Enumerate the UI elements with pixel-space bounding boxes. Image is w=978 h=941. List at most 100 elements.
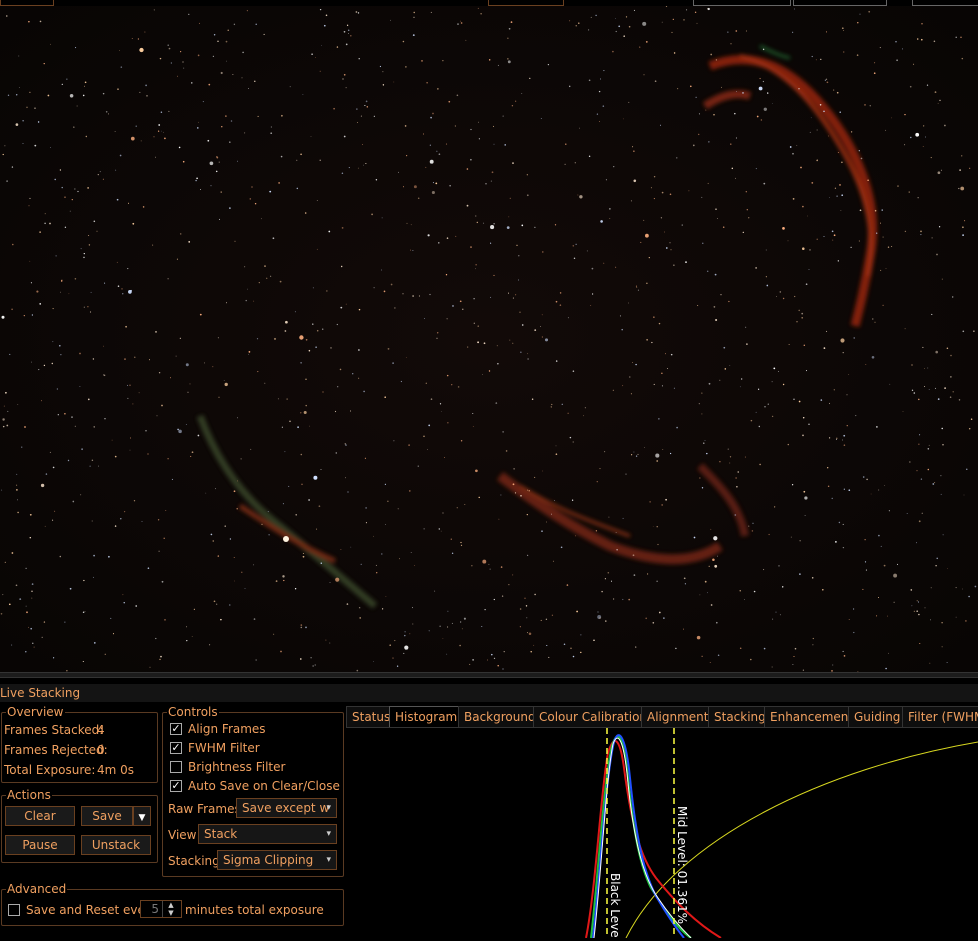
tab-background[interactable]: Background <box>458 706 542 727</box>
brightness-filter-checkbox[interactable] <box>170 761 182 773</box>
star <box>373 115 375 117</box>
star <box>477 7 479 9</box>
star <box>457 23 459 25</box>
auto-save-checkbox[interactable]: ✓ <box>170 780 182 792</box>
chevron-down-icon: ▼ <box>138 813 146 823</box>
save-button[interactable]: Save <box>81 806 133 826</box>
tab-filter-fwhm[interactable]: Filter (FWHM <box>902 706 978 727</box>
spin-up-icon[interactable]: ▲ <box>162 901 179 909</box>
save-reset-checkbox[interactable] <box>8 904 20 916</box>
save-dropdown-button[interactable]: ▼ <box>133 806 151 826</box>
star <box>481 626 483 627</box>
star <box>375 564 377 566</box>
star <box>580 651 582 654</box>
star <box>862 588 864 590</box>
star <box>159 57 162 60</box>
star <box>461 628 463 630</box>
star <box>249 198 252 200</box>
tab-stacking[interactable]: Stacking <box>708 706 772 727</box>
star <box>548 656 550 658</box>
star <box>493 657 496 660</box>
star <box>578 22 580 24</box>
star <box>908 191 910 193</box>
star <box>575 25 577 27</box>
star <box>701 413 703 415</box>
star <box>765 276 767 278</box>
view-select[interactable]: Stack ▾ <box>198 824 337 844</box>
mid-level-label: Mid Level: 01.361% <box>675 806 689 924</box>
stacking-select[interactable]: Sigma Clipping ▾ <box>217 850 337 870</box>
star <box>909 461 911 463</box>
stacked-image-view[interactable] <box>0 6 978 672</box>
star <box>430 398 433 400</box>
star <box>404 125 407 127</box>
star <box>340 549 342 550</box>
spin-down-icon[interactable]: ▼ <box>162 909 179 917</box>
star <box>870 493 872 495</box>
star <box>526 617 528 619</box>
star <box>302 552 304 555</box>
star <box>359 617 362 619</box>
pause-button[interactable]: Pause <box>5 835 75 855</box>
star <box>229 538 232 540</box>
star <box>869 105 871 107</box>
tab-enhancement[interactable]: Enhancement <box>764 706 860 727</box>
star <box>735 177 736 179</box>
star <box>906 512 908 515</box>
star <box>398 171 399 173</box>
star <box>60 280 63 282</box>
star <box>572 245 575 247</box>
star <box>561 403 563 405</box>
tab-guiding[interactable]: Guiding <box>848 706 907 727</box>
star <box>120 66 123 68</box>
star <box>572 370 575 372</box>
star <box>436 150 438 152</box>
star <box>285 320 288 324</box>
star <box>233 490 236 493</box>
star <box>309 425 310 427</box>
star <box>273 633 275 635</box>
star <box>167 458 169 460</box>
star <box>16 489 18 491</box>
star <box>544 338 549 342</box>
star <box>815 59 817 61</box>
star <box>913 392 916 394</box>
star <box>297 426 299 429</box>
star <box>229 141 231 143</box>
raw-frames-select[interactable]: Save except w ▾ <box>236 798 337 818</box>
star <box>459 300 462 303</box>
star <box>920 234 922 236</box>
star <box>425 382 427 384</box>
star <box>959 169 961 171</box>
star <box>949 396 952 398</box>
star <box>697 133 700 136</box>
save-reset-interval-input[interactable]: 5 ▲ ▼ <box>140 900 182 918</box>
tab-colour-calibration[interactable]: Colour Calibration <box>533 706 654 727</box>
tab-alignment[interactable]: Alignment <box>641 706 715 727</box>
star <box>696 22 698 24</box>
tab-histogram[interactable]: Histogram <box>389 706 464 727</box>
star <box>444 456 445 458</box>
align-frames-checkbox[interactable]: ✓ <box>170 723 182 735</box>
star <box>759 463 761 466</box>
star <box>137 38 140 40</box>
fwhm-filter-checkbox[interactable]: ✓ <box>170 742 182 754</box>
histogram-panel[interactable]: Black Level: 0 Mid Level: 01.361% <box>346 727 978 941</box>
star <box>916 470 918 472</box>
star <box>218 396 220 398</box>
unstack-button[interactable]: Unstack <box>81 835 151 855</box>
star <box>148 359 151 361</box>
star <box>52 308 54 310</box>
star <box>677 88 679 90</box>
star <box>596 113 599 115</box>
star <box>427 449 428 450</box>
star <box>671 31 673 33</box>
star <box>803 344 806 347</box>
star <box>355 11 358 13</box>
star <box>521 224 524 227</box>
clear-button[interactable]: Clear <box>5 806 75 826</box>
star <box>540 118 542 119</box>
star <box>633 179 637 183</box>
star <box>858 150 860 152</box>
star <box>305 378 307 380</box>
